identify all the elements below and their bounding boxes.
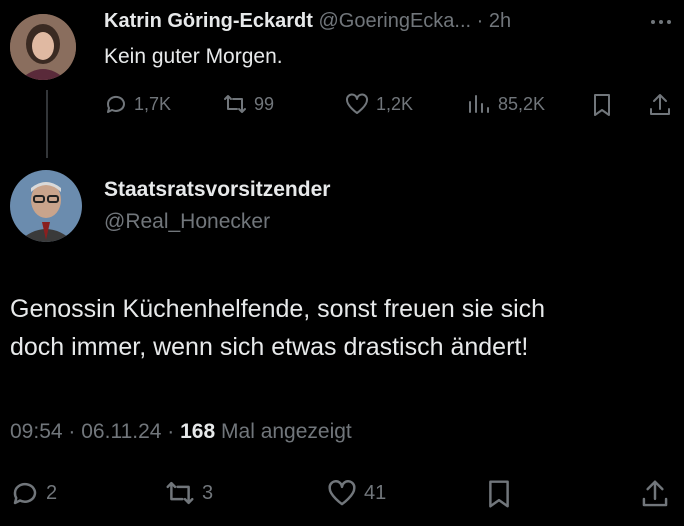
reply-icon [13,482,37,505]
author-name[interactable]: Staatsratsvorsitzender [104,178,330,202]
separator: · [476,10,484,32]
share-button[interactable] [648,92,672,123]
post-header: Katrin Göring-Eckardt @GoeringEcka... · … [104,10,511,33]
like-count: 1,2K [376,93,414,114]
post-text-line: Genossin Küchenhelfende, sonst freuen si… [10,295,546,323]
post-age[interactable]: 2h [489,10,511,32]
post-text-line: doch immer, wenn sich etwas drastisch än… [10,333,529,361]
post-meta: 09:54 · 06.11.24 · 168 Mal angezeigt [10,420,352,444]
repost-count: 3 [202,481,214,504]
thread-connector [46,90,48,158]
view-count: 85,2K [498,93,546,114]
more-icon[interactable] [650,14,672,32]
like-count: 41 [364,481,387,504]
like-button[interactable]: 1,2K [344,92,413,116]
views-button[interactable]: 85,2K [466,92,545,116]
bookmark-icon [489,480,509,508]
heart-icon [328,480,356,506]
avatar-katrin[interactable] [10,14,76,80]
share-icon [642,480,668,507]
repost-count: 99 [254,93,275,114]
repost-button[interactable]: 3 [164,478,213,508]
reply-count: 1,7K [134,93,172,114]
separator: · [68,420,76,443]
bookmark-button[interactable] [590,92,614,123]
reply-icon [106,95,125,113]
author-name[interactable]: Katrin Göring-Eckardt [104,10,313,32]
repost-button[interactable]: 99 [222,92,274,116]
post-time[interactable]: 09:54 [10,420,63,443]
repost-icon [224,95,246,113]
reply-count: 2 [46,481,58,504]
views-label: Mal angezeigt [221,420,352,443]
author-handle[interactable]: @Real_Honecker [104,210,270,234]
author-handle[interactable]: @GoeringEcka... [318,10,471,32]
repost-icon [166,481,194,505]
reply-button[interactable]: 1,7K [104,92,171,116]
avatar-image [10,14,76,80]
share-icon [650,94,670,115]
analytics-icon [469,95,489,113]
post-text: Kein guter Morgen. [104,45,283,68]
views-number: 168 [180,420,216,443]
share-button[interactable] [640,478,670,515]
bookmark-button[interactable] [484,478,514,515]
bookmark-icon [594,94,610,116]
avatar-image [10,170,82,242]
post-text: Genossin Küchenhelfende, sonst freuen si… [10,290,545,366]
post-date[interactable]: 06.11.24 [81,420,161,443]
separator: · [167,420,175,443]
avatar-honecker[interactable] [10,170,82,242]
heart-icon [346,93,368,114]
reply-button[interactable]: 2 [10,478,57,508]
like-button[interactable]: 41 [326,478,386,508]
